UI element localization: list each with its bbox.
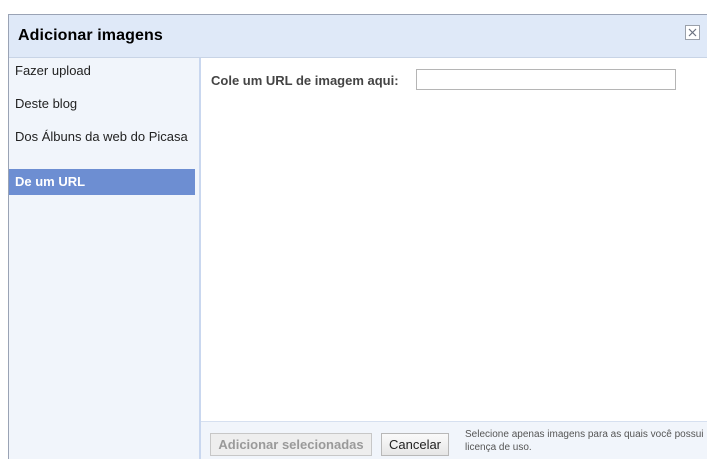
close-icon[interactable] — [685, 25, 700, 40]
sidebar-item-upload[interactable]: Fazer upload — [9, 63, 199, 79]
cancel-button[interactable]: Cancelar — [381, 433, 449, 456]
url-label: Cole um URL de imagem aqui: — [211, 73, 399, 88]
license-note: Selecione apenas imagens para as quais v… — [465, 429, 704, 453]
sidebar-item-url[interactable]: De um URL — [9, 169, 195, 195]
dialog-title: Adicionar imagens — [18, 27, 163, 44]
dialog-titlebar: Adicionar imagens — [9, 15, 707, 58]
dialog-footer: Adicionar selecionadas Cancelar Selecion… — [201, 421, 707, 459]
add-images-dialog: Adicionar imagens Fazer upload Deste blo… — [8, 14, 707, 459]
sidebar-item-picasa[interactable]: Dos Álbuns da web do Picasa — [9, 129, 199, 145]
source-sidebar: Fazer upload Deste blog Dos Álbuns da we… — [9, 58, 199, 459]
url-input[interactable] — [416, 69, 676, 90]
add-selected-button[interactable]: Adicionar selecionadas — [210, 433, 372, 456]
url-panel: Cole um URL de imagem aqui: — [201, 58, 707, 422]
sidebar-item-this-blog[interactable]: Deste blog — [9, 96, 199, 112]
